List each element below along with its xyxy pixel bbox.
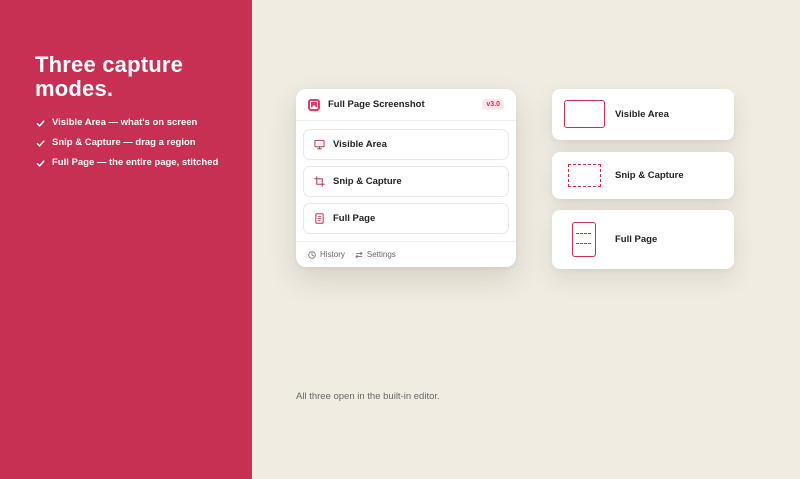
swap-icon [355,251,363,258]
mode-card-label: Visible Area [615,109,669,120]
feature-item: Snip & Capture — drag a region [36,137,236,149]
option-label: Full Page [333,213,376,224]
check-icon [36,157,46,169]
feature-text: Visible Area — what's on screen [52,117,198,128]
popup-title: Full Page Screenshot [328,99,425,110]
document-icon [313,213,325,225]
left-panel: Three capture modes. Visible Area — what… [0,0,252,479]
history-link[interactable]: History [308,250,345,259]
feature-item: Visible Area — what's on screen [36,117,236,129]
screen-frame-icon [564,100,605,128]
check-icon [36,137,46,149]
mode-card-label: Snip & Capture [615,170,684,181]
check-icon [36,117,46,129]
mode-card-full-page: Full Page [552,210,734,269]
crop-icon [313,176,325,188]
version-badge: v3.0 [482,99,504,110]
settings-link[interactable]: Settings [355,250,396,259]
feature-text: Snip & Capture — drag a region [52,137,196,148]
monitor-icon [313,139,325,151]
popup-header: Full Page Screenshot v3.0 [296,89,516,121]
option-full-page[interactable]: Full Page [303,203,509,234]
feature-text: Full Page — the entire page, stitched [52,157,219,168]
option-visible-area[interactable]: Visible Area [303,129,509,160]
history-label: History [320,250,345,259]
app-logo-icon [308,98,320,111]
headline: Three capture modes. [35,52,184,101]
extension-popup: Full Page Screenshot v3.0 Visible Area S… [296,89,516,267]
tall-page-icon [572,222,596,257]
feature-list: Visible Area — what's on screen Snip & C… [36,117,236,177]
settings-label: Settings [366,250,396,259]
mode-card-snip-capture: Snip & Capture [552,152,734,199]
option-snip-capture[interactable]: Snip & Capture [303,166,509,197]
option-label: Visible Area [333,139,387,150]
clock-icon [308,250,316,259]
capture-options: Visible Area Snip & Capture Full Page [296,121,516,234]
caption: All three open in the built-in editor. [296,391,440,402]
popup-footer: History Settings [296,241,516,267]
mode-card-label: Full Page [615,234,658,245]
dashed-region-icon [568,164,601,187]
feature-item: Full Page — the entire page, stitched [36,157,236,169]
option-label: Snip & Capture [333,176,402,187]
mode-card-visible-area: Visible Area [552,89,734,140]
